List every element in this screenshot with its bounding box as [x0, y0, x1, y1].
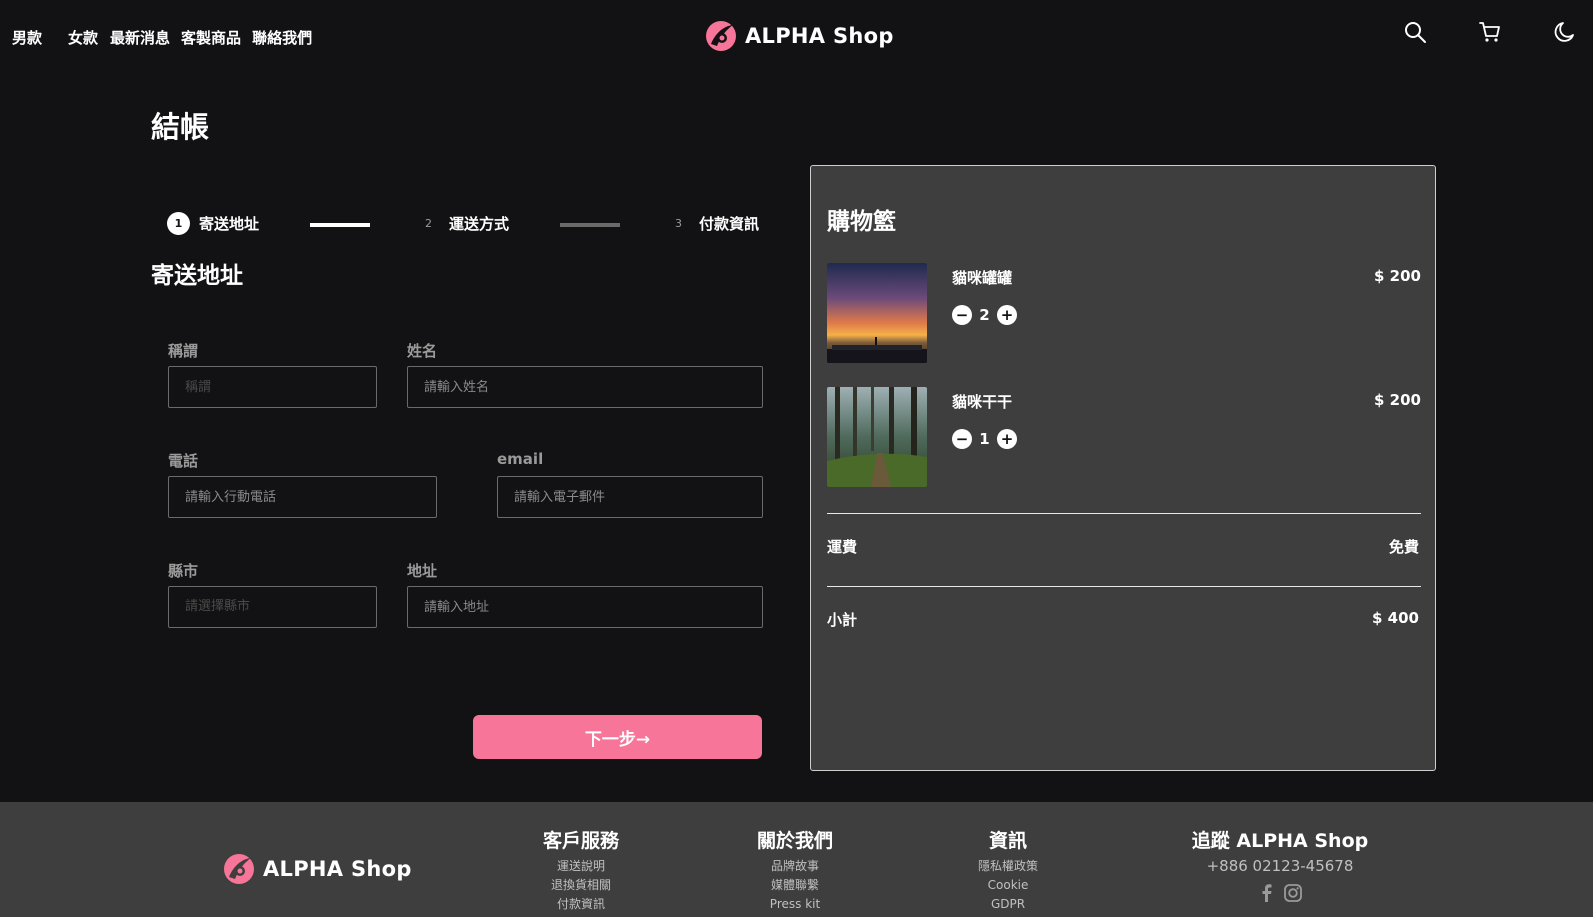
footer-link[interactable]: GDPR	[958, 895, 1058, 914]
city-label: 縣市	[168, 562, 199, 580]
step-connector-active	[310, 223, 370, 227]
subtotal-label: 小計	[827, 611, 858, 629]
address-label: 地址	[407, 562, 438, 580]
step-address[interactable]: 1 寄送地址	[167, 212, 259, 235]
footer-link[interactable]: Press kit	[745, 895, 845, 914]
footer-col-title: 資訊	[988, 830, 1027, 852]
footer-link[interactable]: 運送說明	[531, 857, 631, 876]
nav-news[interactable]: 最新消息	[110, 27, 170, 48]
minus-icon[interactable]: −	[952, 305, 972, 325]
step-number: 1	[167, 212, 190, 235]
footer-logo[interactable]: ALPHA Shop	[223, 853, 412, 885]
city-select[interactable]: 請選擇縣市	[168, 586, 377, 628]
step-connector-idle	[560, 223, 620, 227]
main-nav: 男款 女款 最新消息 客製商品 聯絡我們	[12, 27, 312, 48]
subtotal-value: $ 400	[1372, 609, 1419, 627]
email-label: email	[497, 450, 544, 468]
shipping-value: 免費	[1388, 538, 1419, 556]
footer-phone: +886 02123-45678	[1206, 857, 1354, 875]
footer-link[interactable]: 品牌故事	[745, 857, 845, 876]
phone-field[interactable]	[168, 476, 437, 518]
footer-link[interactable]: 媒體聯繫	[745, 876, 845, 895]
facebook-icon[interactable]	[1257, 883, 1277, 903]
footer-link[interactable]: 付款資訊	[531, 895, 631, 914]
footer-link[interactable]: Cookie	[958, 876, 1058, 895]
phone-label: 電話	[168, 452, 199, 470]
footer-col-follow: 追蹤 ALPHA Shop +886 02123-45678	[1170, 826, 1390, 903]
nav-contact[interactable]: 聯絡我們	[252, 27, 312, 48]
divider	[827, 513, 1421, 514]
footer-link[interactable]: 退換貨相關	[531, 876, 631, 895]
search-icon[interactable]	[1403, 20, 1427, 44]
name-field[interactable]	[407, 366, 763, 408]
footer-col-title: 客戶服務	[542, 830, 619, 852]
footer-col-info: 資訊 隱私權政策 Cookie GDPR	[958, 826, 1058, 914]
alpha-logo-icon	[224, 854, 254, 884]
divider	[827, 586, 1421, 587]
nav-custom[interactable]: 客製商品	[181, 27, 241, 48]
moon-icon[interactable]	[1553, 20, 1577, 44]
address-field[interactable]	[407, 586, 763, 628]
cart-title: 購物籃	[827, 209, 896, 235]
plus-icon[interactable]: +	[997, 429, 1017, 449]
page-title: 結帳	[151, 110, 210, 144]
footer-col-about: 關於我們 品牌故事 媒體聯繫 Press kit	[745, 826, 845, 914]
nav-women[interactable]: 女款	[68, 27, 98, 48]
footer-brand-name: ALPHA Shop	[263, 857, 412, 881]
item-name: 貓咪罐罐	[952, 269, 1013, 287]
item-price: $ 200	[1374, 391, 1421, 409]
name-label: 姓名	[407, 342, 438, 360]
email-field[interactable]	[497, 476, 763, 518]
plus-icon[interactable]: +	[997, 305, 1017, 325]
quantity-value: 2	[979, 306, 990, 324]
minus-icon[interactable]: −	[952, 429, 972, 449]
footer-col-title: 關於我們	[756, 830, 833, 852]
item-price: $ 200	[1374, 267, 1421, 285]
brand-name: ALPHA Shop	[745, 24, 894, 48]
step-number: 3	[675, 217, 682, 230]
header: 男款 女款 最新消息 客製商品 聯絡我們 ALPHA Shop	[0, 0, 1593, 72]
quantity-value: 1	[979, 430, 990, 448]
salutation-field[interactable]	[168, 366, 377, 408]
footer: ALPHA Shop 客戶服務 運送說明 退換貨相關 付款資訊 關於我們 品牌故…	[0, 802, 1593, 917]
step-shipping[interactable]: 2 運送方式	[417, 212, 509, 235]
step-label: 付款資訊	[699, 215, 760, 233]
quantity-stepper: − 1 +	[952, 429, 1017, 449]
alpha-logo-icon	[706, 21, 736, 51]
form-title: 寄送地址	[151, 263, 243, 289]
quantity-stepper: − 2 +	[952, 305, 1017, 325]
social-links	[1170, 883, 1390, 903]
footer-col-title: 追蹤 ALPHA Shop	[1191, 830, 1369, 852]
checkout-stepper: 1 寄送地址 2 運送方式 3 付款資訊	[167, 212, 763, 238]
salutation-label: 稱謂	[168, 342, 199, 360]
step-payment[interactable]: 3 付款資訊	[667, 212, 759, 235]
nav-men[interactable]: 男款	[12, 27, 42, 48]
shipping-label: 運費	[827, 538, 858, 556]
cart-panel: 購物籃 貓咪罐罐 $ 200 − 2 + 貓咪干干 $ 200 − 1 + 運費…	[810, 165, 1436, 771]
cart-item: 貓咪干干 $ 200 − 1 +	[827, 387, 1421, 487]
cart-icon[interactable]	[1478, 20, 1502, 44]
footer-col-service: 客戶服務 運送說明 退換貨相關 付款資訊	[531, 826, 631, 914]
item-name: 貓咪干干	[952, 393, 1013, 411]
step-label: 寄送地址	[199, 215, 260, 233]
brand-logo[interactable]: ALPHA Shop	[705, 20, 894, 52]
product-image-sunset	[827, 263, 927, 363]
next-step-button[interactable]: 下一步→	[473, 715, 762, 759]
footer-link[interactable]: 隱私權政策	[958, 857, 1058, 876]
instagram-icon[interactable]	[1283, 883, 1303, 903]
product-image-forest	[827, 387, 927, 487]
cart-item: 貓咪罐罐 $ 200 − 2 +	[827, 263, 1421, 363]
step-number: 2	[425, 217, 432, 230]
step-label: 運送方式	[449, 215, 510, 233]
